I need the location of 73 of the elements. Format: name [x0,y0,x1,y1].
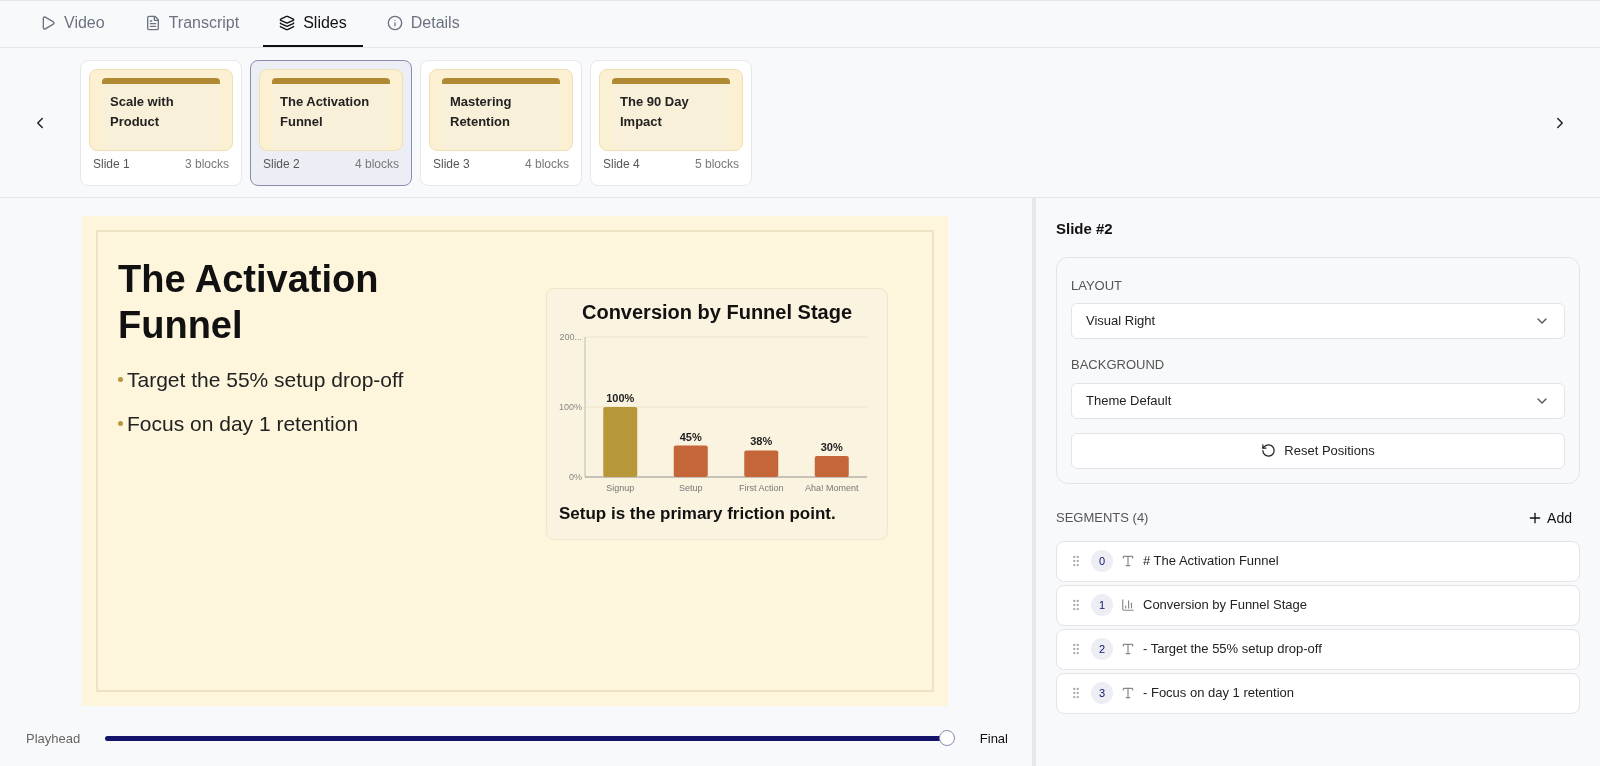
segment-text: # The Activation Funnel [1143,552,1279,571]
block-count: 5 blocks [694,155,739,173]
info-icon [386,15,403,31]
segment-index: 2 [1091,638,1113,660]
reset-icon [1261,443,1277,458]
segment-text: - Focus on day 1 retention [1143,684,1295,703]
play-icon [40,15,56,31]
add-button[interactable]: Add [1527,507,1572,529]
slide-thumbnail[interactable]: Mastering Retention Slide 3 4 blocks [420,59,582,186]
bar-chart-icon [1121,598,1135,612]
block-count: 4 blocks [354,155,399,173]
text: 38% [750,435,773,448]
tab[interactable]: Details [370,1,476,47]
segment-row[interactable]: 2 - Target the 55% setup drop-off [1056,628,1580,670]
segment-index: 0 [1091,550,1113,572]
segment-index: 3 [1091,682,1113,704]
slide-thumbnail[interactable]: The 90 Day Impact Slide 4 5 blocks [590,59,752,186]
y-tick-label: 200... [559,332,582,342]
bar [814,456,849,477]
bullet-text: Focus on day 1 retention [127,410,359,437]
y-tick-label: 0% [568,472,582,482]
text-icon [1121,642,1135,656]
text-icon [1121,686,1135,700]
bullet-icon [118,420,123,426]
x-tick-label: Setup [678,483,703,493]
document-icon [144,15,161,31]
segment-text: - Target the 55% setup drop-off [1143,640,1322,659]
background-label: BACKGROUND [1071,356,1166,374]
segment-row[interactable]: 3 - Focus on day 1 retention [1056,672,1580,714]
slide-label: Slide 4 [603,155,640,173]
segment-index: 1 [1091,594,1113,616]
segment-row[interactable]: 1 Conversion by Funnel Stage [1056,584,1580,626]
playhead-label: Playhead [26,729,81,748]
tab[interactable]: Video [24,1,121,47]
slide-thumbnail[interactable]: The Activation Funnel Slide 2 4 blocks [250,59,412,186]
slide-label: Slide 2 [263,155,300,173]
segment-row[interactable]: 0 # The Activation Funnel [1056,540,1580,582]
segment-text: Conversion by Funnel Stage [1143,596,1308,615]
x-tick-label: First Action [738,483,784,493]
text: 45% [679,430,702,443]
text-icon [1121,554,1135,568]
reset-positions-button[interactable]: Reset Positions [1071,432,1565,469]
x-tick-label: Signup [606,483,635,493]
layers-icon [279,15,296,31]
slide-title: Mastering Retention [450,92,513,131]
bar [744,450,779,477]
slide-title: The Activation Funnel [280,92,371,131]
background-select[interactable]: Theme Default [1071,382,1565,419]
slide-title: The 90 Day Impact [620,92,690,131]
text: 30% [820,441,843,453]
block-count: 4 blocks [524,155,569,173]
tab[interactable]: Transcript [128,1,256,47]
playhead-reading: Final [979,729,1008,748]
bullet-icon [118,377,123,383]
x-tick-label: Aha! Moment [804,483,860,493]
tab[interactable]: Slides [263,1,363,47]
bar [673,445,708,477]
slide-label: Slide 1 [93,155,130,173]
layout-label: LAYOUT [1071,276,1124,295]
inspector-title: Slide #2 [1056,219,1114,239]
slide-title: Scale with Product [110,92,175,131]
y-tick-label: 100% [558,402,582,412]
chart-caption: Setup is the primary friction point. [558,503,837,525]
layout-select[interactable]: Visual Right [1071,303,1565,339]
segments-label: SEGMENTS (4) [1056,509,1149,528]
text: 100% [606,392,635,404]
bar [603,407,638,477]
slide-thumbnail[interactable]: Scale with Product Slide 1 3 blocks [80,59,242,186]
chart-title: Conversion by Funnel Stage [580,300,853,325]
block-count: 3 blocks [184,155,229,173]
bullet-text: Target the 55% setup drop-off [127,367,404,393]
slide-label: Slide 3 [433,155,470,173]
slide-heading: The Activation Funnel [118,257,380,348]
